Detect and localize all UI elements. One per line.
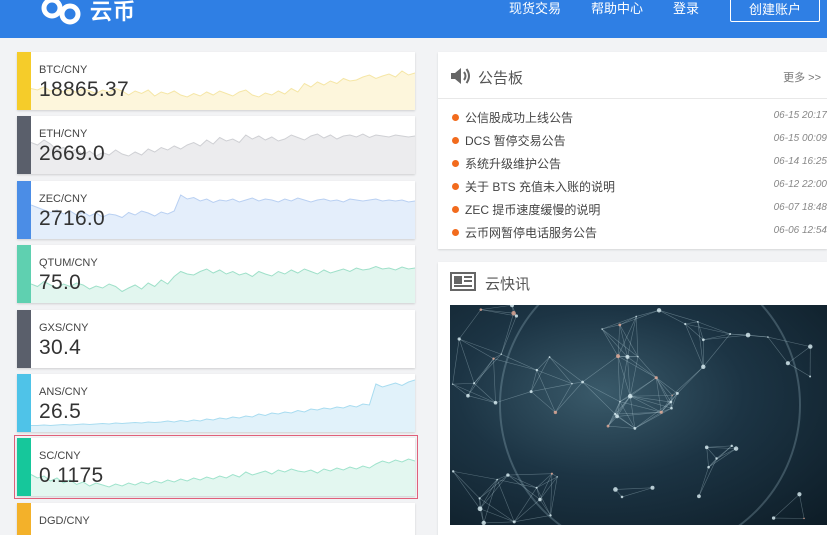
ticker-color-bar [17,245,31,304]
notice-date: 06-15 20:17 [773,110,827,121]
ticker-color-bar [17,309,31,368]
logo[interactable]: 云币 [38,0,136,26]
news-header: 云快讯 [438,262,827,304]
notice-text[interactable]: 系统升级维护公告 [465,155,561,172]
logo-icon [41,0,81,25]
notice-item[interactable]: 关于 BTS 充值未入账的说明 06-12 22:00 [438,177,827,200]
news-title: 云快讯 [485,276,531,293]
nav-login[interactable]: 登录 [673,0,699,20]
notice-date: 06-06 12:54 [773,225,827,236]
ticker-pair: GXS/CNY [39,321,89,334]
newspaper-icon [450,272,476,291]
bullet-icon [452,137,459,144]
create-account-button[interactable]: 创建账户 [730,0,820,22]
speaker-icon [451,68,470,84]
logo-text: 云币 [90,0,137,24]
nav-spot-trading[interactable]: 现货交易 [509,0,561,20]
ticker-color-bar [17,438,31,497]
ticker-card[interactable]: DGD/CNY [17,502,415,535]
ticker-pair: DGD/CNY [39,514,90,527]
notice-date: 06-07 18:48 [773,202,827,213]
ticker-price: 2669.0 [39,142,106,166]
ticker-color-bar [17,374,31,432]
notice-text[interactable]: DCS 暂停交易公告 [465,132,566,149]
ticker-card[interactable]: SC/CNY 0.1175 [14,435,418,500]
bullet-icon [452,183,459,190]
top-header: 云币 现货交易 帮助中心 登录 创建账户 [0,0,827,38]
ticker-card[interactable]: ANS/CNY 26.5 [17,374,415,432]
ticker-pair: BTC/CNY [39,64,88,76]
notice-date: 06-15 00:09 [773,133,827,144]
ticker-card[interactable]: ETH/CNY 2669.0 [17,116,415,175]
notice-item[interactable]: 云币网暂停电话服务公告 06-06 12:54 [438,223,827,246]
bullet-icon [452,229,459,236]
ticker-card[interactable]: BTC/CNY 18865.37 [17,52,415,110]
ticker-pair: SC/CNY [39,450,81,463]
ticker-pair: ANS/CNY [39,386,88,398]
notice-item[interactable]: ZEC 提币速度缓慢的说明 06-07 18:48 [438,200,827,223]
notice-header: 公告板 更多 >> [438,52,827,99]
notice-more-link[interactable]: 更多 >> [783,69,821,85]
ticker-price: 18865.37 [39,78,129,101]
ticker-color-bar [17,180,31,239]
ticker-price: 30.4 [39,335,82,359]
sparkline [31,266,415,304]
ticker-price: 0.1175 [39,464,104,488]
notice-board: 公告板 更多 >> 公信股成功上线公告 06-15 20:17 DCS 暂停交易公告… [438,52,827,249]
ticker-card[interactable]: QTUM/CNY 75.0 [17,245,415,304]
news-panel: 云快讯 [438,262,827,535]
ticker-pair: ZEC/CNY [39,192,88,205]
notice-text[interactable]: 公信股成功上线公告 [465,109,573,126]
news-image[interactable] [450,305,827,525]
ticker-pair: ETH/CNY [39,128,88,141]
bullet-icon [452,114,459,121]
sparkline [31,379,415,432]
notice-item[interactable]: DCS 暂停交易公告 06-15 00:09 [438,131,827,154]
notice-text[interactable]: 云币网暂停电话服务公告 [465,224,597,241]
bullet-icon [452,206,459,213]
ticker-color-bar [17,116,31,175]
ticker-color-bar [17,52,31,110]
bullet-icon [452,160,459,167]
notice-date: 06-14 16:25 [773,156,827,167]
notice-title: 公告板 [478,70,524,87]
notice-date: 06-12 22:00 [773,179,827,190]
ticker-pair: QTUM/CNY [39,257,98,270]
notice-item[interactable]: 系统升级维护公告 06-14 16:25 [438,154,827,177]
notice-text[interactable]: ZEC 提币速度缓慢的说明 [465,201,600,218]
ticker-price: 2716.0 [39,206,106,230]
notice-item[interactable]: 公信股成功上线公告 06-15 20:17 [438,108,827,131]
ticker-color-bar [17,502,31,535]
ticker-card[interactable]: GXS/CNY 30.4 [17,309,415,368]
ticker-price: 26.5 [39,400,82,423]
nav-help-center[interactable]: 帮助中心 [591,0,643,20]
network-graphic [451,305,813,525]
ticker-card[interactable]: ZEC/CNY 2716.0 [17,180,415,239]
notice-list: 公信股成功上线公告 06-15 20:17 DCS 暂停交易公告 06-15 00:0… [438,108,827,246]
ticker-price: 75.0 [39,271,82,295]
notice-text[interactable]: 关于 BTS 充值未入账的说明 [465,178,615,195]
